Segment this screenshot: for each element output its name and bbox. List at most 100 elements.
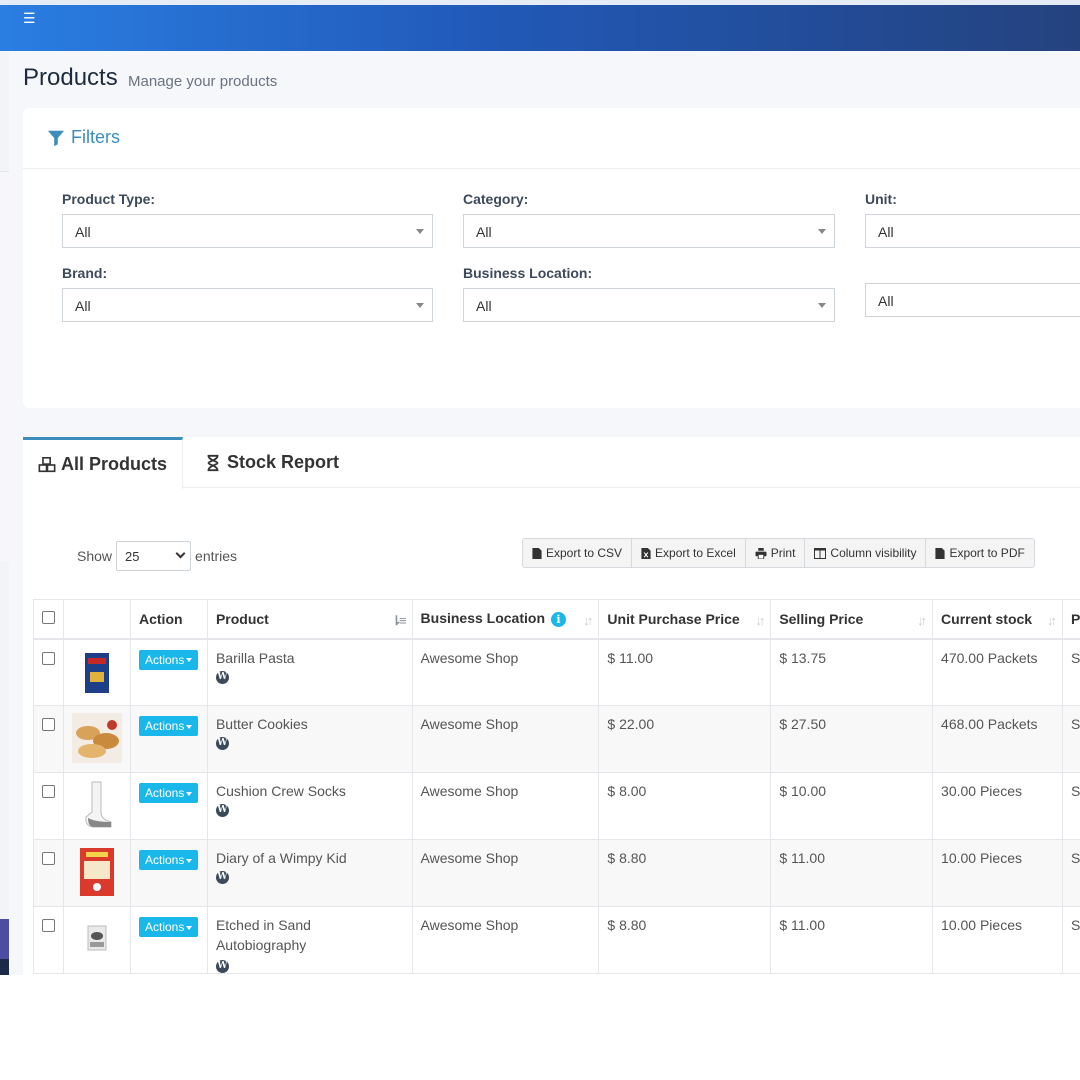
wordpress-icon: W [215, 960, 229, 973]
table-row[interactable]: Actions Butter Cookies W Awesome Shop $ 2… [33, 705, 1080, 773]
sidebar-panel [0, 171, 9, 561]
business-location-select[interactable]: All [463, 288, 835, 322]
table-row[interactable]: Actions Cushion Crew Socks W Awesome Shop… [33, 772, 1080, 840]
export-csv-button[interactable]: Export to CSV [523, 539, 633, 567]
file-excel-icon [641, 547, 651, 559]
actions-dropdown-button[interactable]: Actions [139, 917, 199, 937]
business-location-header[interactable]: Business Location i ↓↑ [411, 599, 600, 640]
sort-icon: ↓↑ [755, 613, 765, 628]
caret-down-icon [186, 858, 193, 863]
button-label: Print [770, 546, 796, 560]
row-checkbox[interactable] [42, 651, 55, 665]
file-csv-icon [532, 547, 542, 559]
products-table: Action Product ⇂≡ Business Location i ↓↑ Un… [33, 599, 1080, 974]
columns-icon [814, 547, 827, 559]
products-tabs-panel: All Products Stock Report Show 25 entrie… [23, 437, 1080, 975]
row-checkbox[interactable] [42, 785, 55, 798]
wordpress-icon: W [215, 670, 229, 684]
product-thumbnail [63, 839, 131, 907]
tab-all-products[interactable]: All Products [23, 437, 183, 489]
business-location-cell: Awesome Shop [411, 772, 600, 840]
sort-icon: ↓↑ [917, 613, 927, 628]
table-header-row: Action Product ⇂≡ Business Location i ↓↑ Un… [33, 599, 1080, 640]
category-select[interactable]: All [463, 214, 835, 248]
table-row[interactable]: Actions Etched in Sand Autobiography W Aw… [33, 906, 1080, 974]
caret-down-icon [818, 229, 826, 234]
row-checkbox[interactable] [42, 919, 55, 932]
export-excel-button[interactable]: Export to Excel [632, 539, 746, 567]
status-select[interactable]: All [865, 283, 1080, 317]
current-stock-cell: 468.00 Packets [932, 705, 1063, 773]
column-label: Product [215, 610, 269, 627]
info-icon[interactable]: i [551, 612, 566, 628]
caret-down-icon [186, 658, 193, 663]
button-label: Export to CSV [546, 546, 623, 560]
row-checkbox[interactable] [42, 718, 55, 731]
purchase-price-cell: $ 8.00 [598, 772, 772, 840]
wordpress-icon: W [215, 804, 229, 817]
show-label: Show [77, 548, 113, 564]
actions-dropdown-button[interactable]: Actions [139, 783, 199, 803]
cubes-icon [38, 456, 56, 472]
business-location-cell: Awesome Shop [411, 638, 600, 706]
export-pdf-button[interactable]: Export to PDF [926, 539, 1033, 567]
product-header[interactable]: Product ⇂≡ [206, 599, 413, 640]
truncated-cell: S [1061, 638, 1080, 706]
tab-strip: All Products Stock Report [23, 437, 1080, 489]
row-checkbox[interactable] [42, 852, 55, 865]
actions-dropdown-button[interactable]: Actions [139, 649, 199, 670]
actions-label: Actions [145, 853, 185, 867]
print-button[interactable]: Print [746, 539, 806, 567]
truncated-cell: S [1061, 772, 1080, 840]
purchase-price-cell: $ 8.80 [598, 839, 772, 907]
business-location-cell: Awesome Shop [411, 906, 600, 974]
product-image [80, 848, 114, 896]
filters-header[interactable]: Filters [23, 108, 1080, 169]
column-label: Selling Price [779, 610, 864, 627]
filters-title[interactable]: Filters [47, 127, 120, 148]
brand-value: All [75, 298, 91, 314]
button-label: Export to PDF [949, 546, 1025, 560]
sidebar-item[interactable] [0, 919, 9, 961]
entries-select[interactable]: 25 [116, 541, 192, 571]
sort-asc-icon: ⇂≡ [391, 613, 407, 628]
truncated-cell: S [1061, 839, 1080, 907]
selling-price-header[interactable]: Selling Price ↓↑ [770, 599, 934, 640]
product-name: Etched in Sand Autobiography [215, 917, 311, 953]
app-viewport: ☰ Products Manage your products Filters … [0, 0, 1080, 975]
unit-purchase-price-header[interactable]: Unit Purchase Price ↓↑ [598, 599, 772, 640]
selling-price-cell: $ 11.00 [770, 839, 934, 907]
hourglass-icon [207, 454, 219, 471]
unit-label: Unit: [865, 191, 897, 207]
selling-price-cell: $ 10.00 [770, 772, 934, 840]
brand-select[interactable]: All [62, 288, 433, 322]
product-type-select[interactable]: All [62, 214, 433, 248]
table-row[interactable]: Actions Diary of a Wimpy Kid W Awesome Sh… [33, 839, 1080, 907]
select-all-header [33, 599, 64, 640]
truncated-header[interactable]: P [1061, 599, 1080, 640]
select-all-checkbox[interactable] [42, 610, 55, 624]
business-location-cell: Awesome Shop [411, 839, 600, 907]
current-stock-header[interactable]: Current stock ↓↑ [932, 599, 1063, 640]
product-image [87, 925, 107, 951]
selling-price-cell: $ 27.50 [770, 705, 934, 773]
table-row[interactable]: Actions Barilla Pasta W Awesome Shop $ 11… [33, 638, 1080, 706]
column-visibility-button[interactable]: Column visibility [805, 539, 927, 567]
product-image [72, 713, 122, 763]
actions-label: Actions [145, 786, 185, 800]
product-type-label: Product Type: [62, 191, 156, 207]
hamburger-icon[interactable]: ☰ [23, 10, 36, 27]
print-icon [755, 547, 767, 559]
selling-price-cell: $ 11.00 [770, 906, 934, 974]
file-pdf-icon [935, 547, 946, 559]
actions-dropdown-button[interactable]: Actions [139, 716, 199, 736]
current-stock-cell: 10.00 Pieces [932, 906, 1063, 974]
product-name: Diary of a Wimpy Kid [215, 850, 347, 866]
filter-icon [47, 130, 65, 146]
entries-control: Show 25 entries [77, 541, 237, 571]
unit-select[interactable]: All [865, 214, 1080, 248]
actions-dropdown-button[interactable]: Actions [139, 850, 199, 870]
caret-down-icon [416, 229, 424, 234]
tab-stock-report[interactable]: Stock Report [204, 437, 339, 488]
sort-icon: ↓↑ [1046, 613, 1057, 628]
